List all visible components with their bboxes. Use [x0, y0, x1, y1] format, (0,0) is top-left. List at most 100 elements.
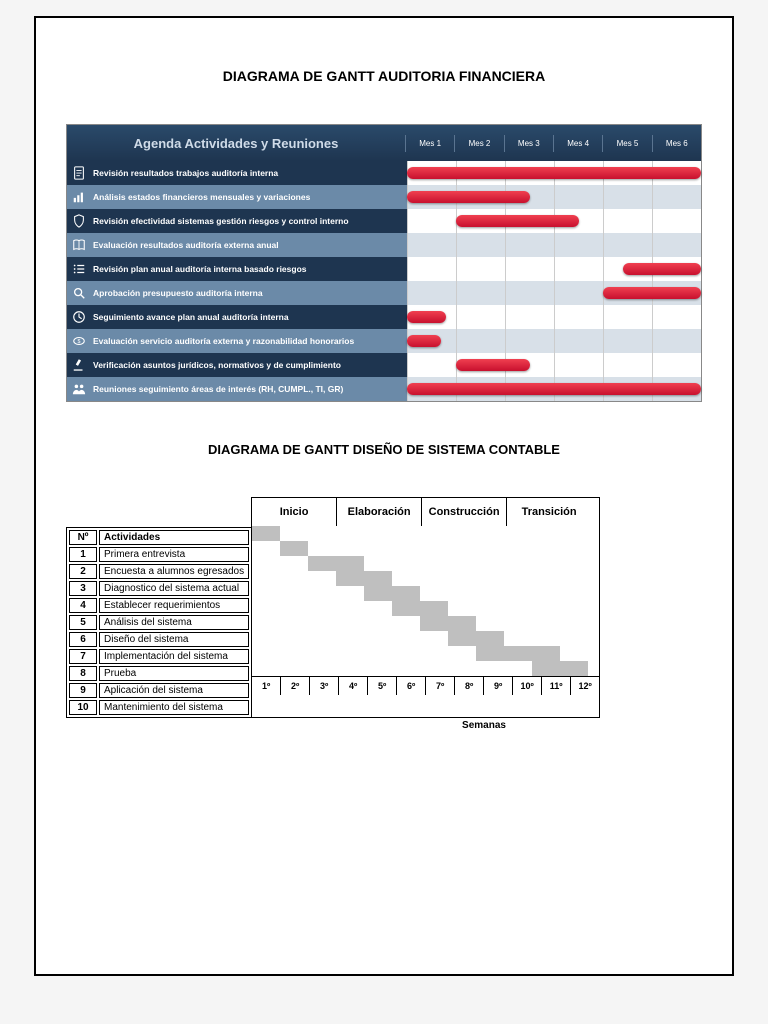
gantt-cell	[252, 571, 280, 586]
gantt-cell	[476, 526, 504, 541]
gantt-cell	[448, 556, 476, 571]
agenda-header: Agenda Actividades y Reuniones Mes 1Mes …	[67, 125, 701, 161]
gantt-cell	[392, 631, 420, 646]
activity-row: 5Análisis del sistema	[69, 615, 249, 630]
gantt-cell	[532, 601, 560, 616]
agenda-row: Evaluación resultados auditoría externa …	[67, 233, 701, 257]
gantt-cell	[392, 586, 420, 601]
gantt-cell	[392, 616, 420, 631]
search-icon	[67, 281, 91, 305]
gantt-cell	[280, 601, 308, 616]
act-label: Diagnostico del sistema actual	[99, 581, 249, 596]
gantt-cell	[336, 526, 364, 541]
gantt-cell	[364, 646, 392, 661]
chart-icon	[67, 185, 91, 209]
gantt-cell	[448, 661, 476, 676]
gantt-cell	[420, 556, 448, 571]
agenda-row: Revisión efectividad sistemas gestión ri…	[67, 209, 701, 233]
agenda-row: Verificación asuntos jurídicos, normativ…	[67, 353, 701, 377]
gantt-cell	[560, 571, 588, 586]
weeks-label: Semanas	[266, 720, 702, 731]
agenda-row: Reuniones seguimiento áreas de interés (…	[67, 377, 701, 401]
gantt-cell	[476, 601, 504, 616]
gantt-cell	[364, 571, 392, 586]
week-label: 8º	[454, 677, 483, 695]
gantt-cell	[420, 526, 448, 541]
gantt-cell	[392, 661, 420, 676]
week-label: 7º	[425, 677, 454, 695]
agenda-label: Análisis estados financieros mensuales y…	[91, 185, 407, 209]
gantt-cell	[420, 601, 448, 616]
gavel-icon	[67, 353, 91, 377]
gantt-cell	[392, 571, 420, 586]
week-label: 6º	[396, 677, 425, 695]
gantt-cell	[280, 631, 308, 646]
clock-icon	[67, 305, 91, 329]
activity-row: 9Aplicación del sistema	[69, 683, 249, 698]
agenda-row: Análisis estados financieros mensuales y…	[67, 185, 701, 209]
gantt-cell	[336, 661, 364, 676]
document-page: DIAGRAMA DE GANTT AUDITORIA FINANCIERA A…	[34, 16, 734, 976]
act-num: 9	[69, 683, 97, 698]
phase-header: InicioElaboraciónConstrucciónTransición	[252, 498, 599, 526]
week-label: 9º	[483, 677, 512, 695]
gantt-cell	[420, 541, 448, 556]
act-label: Mantenimiento del sistema	[99, 700, 249, 715]
gantt-bar	[407, 335, 441, 347]
gantt-grid	[252, 526, 599, 676]
act-num: 10	[69, 700, 97, 715]
act-num: 6	[69, 632, 97, 647]
gantt-cell	[252, 601, 280, 616]
act-num: 8	[69, 666, 97, 681]
doc-icon	[67, 161, 91, 185]
agenda-bars	[407, 209, 701, 233]
gantt-cell	[504, 601, 532, 616]
activity-row: 4Establecer requerimientos	[69, 598, 249, 613]
list-icon	[67, 257, 91, 281]
gantt-cell	[560, 526, 588, 541]
gantt-cell	[532, 541, 560, 556]
agenda-bars	[407, 257, 701, 281]
agenda-label: Evaluación resultados auditoría externa …	[91, 233, 407, 257]
gantt-cell	[504, 526, 532, 541]
month-header: Mes 2	[454, 135, 503, 152]
gantt-cell	[252, 646, 280, 661]
gantt-cell	[504, 661, 532, 676]
gantt-bar	[623, 263, 701, 275]
gantt-cell	[308, 526, 336, 541]
gantt-cell	[392, 556, 420, 571]
gantt-cell	[280, 586, 308, 601]
gantt-cell	[308, 556, 336, 571]
week-label: 12º	[570, 677, 599, 695]
gantt-cell	[336, 616, 364, 631]
week-label: 1º	[252, 677, 280, 695]
month-header: Mes 1	[405, 135, 454, 152]
gantt-cell	[364, 526, 392, 541]
phase-label: Elaboración	[336, 498, 421, 526]
gantt-cell	[336, 586, 364, 601]
gantt-cell	[364, 541, 392, 556]
gantt-cell	[280, 556, 308, 571]
gantt-cell	[308, 601, 336, 616]
gantt-cell	[560, 646, 588, 661]
act-label: Análisis del sistema	[99, 615, 249, 630]
act-num: 1	[69, 547, 97, 562]
gantt-cell	[476, 616, 504, 631]
gantt-cell	[280, 541, 308, 556]
gantt-cell	[280, 616, 308, 631]
gantt-cell	[476, 541, 504, 556]
agenda-bars	[407, 329, 701, 353]
gantt-cell	[364, 586, 392, 601]
agenda-label: Reuniones seguimiento áreas de interés (…	[91, 377, 407, 401]
agenda-label: Aprobación presupuesto auditoría interna	[91, 281, 407, 305]
agenda-gantt: Agenda Actividades y Reuniones Mes 1Mes …	[66, 124, 702, 402]
gantt-cell	[560, 616, 588, 631]
gantt-cell	[504, 646, 532, 661]
gantt-cell	[532, 661, 560, 676]
month-header: Mes 4	[553, 135, 602, 152]
gantt-cell	[252, 661, 280, 676]
gantt-cell	[280, 646, 308, 661]
gantt-cell	[504, 586, 532, 601]
activity-row: 2Encuesta a alumnos egresados	[69, 564, 249, 579]
agenda-bars	[407, 281, 701, 305]
